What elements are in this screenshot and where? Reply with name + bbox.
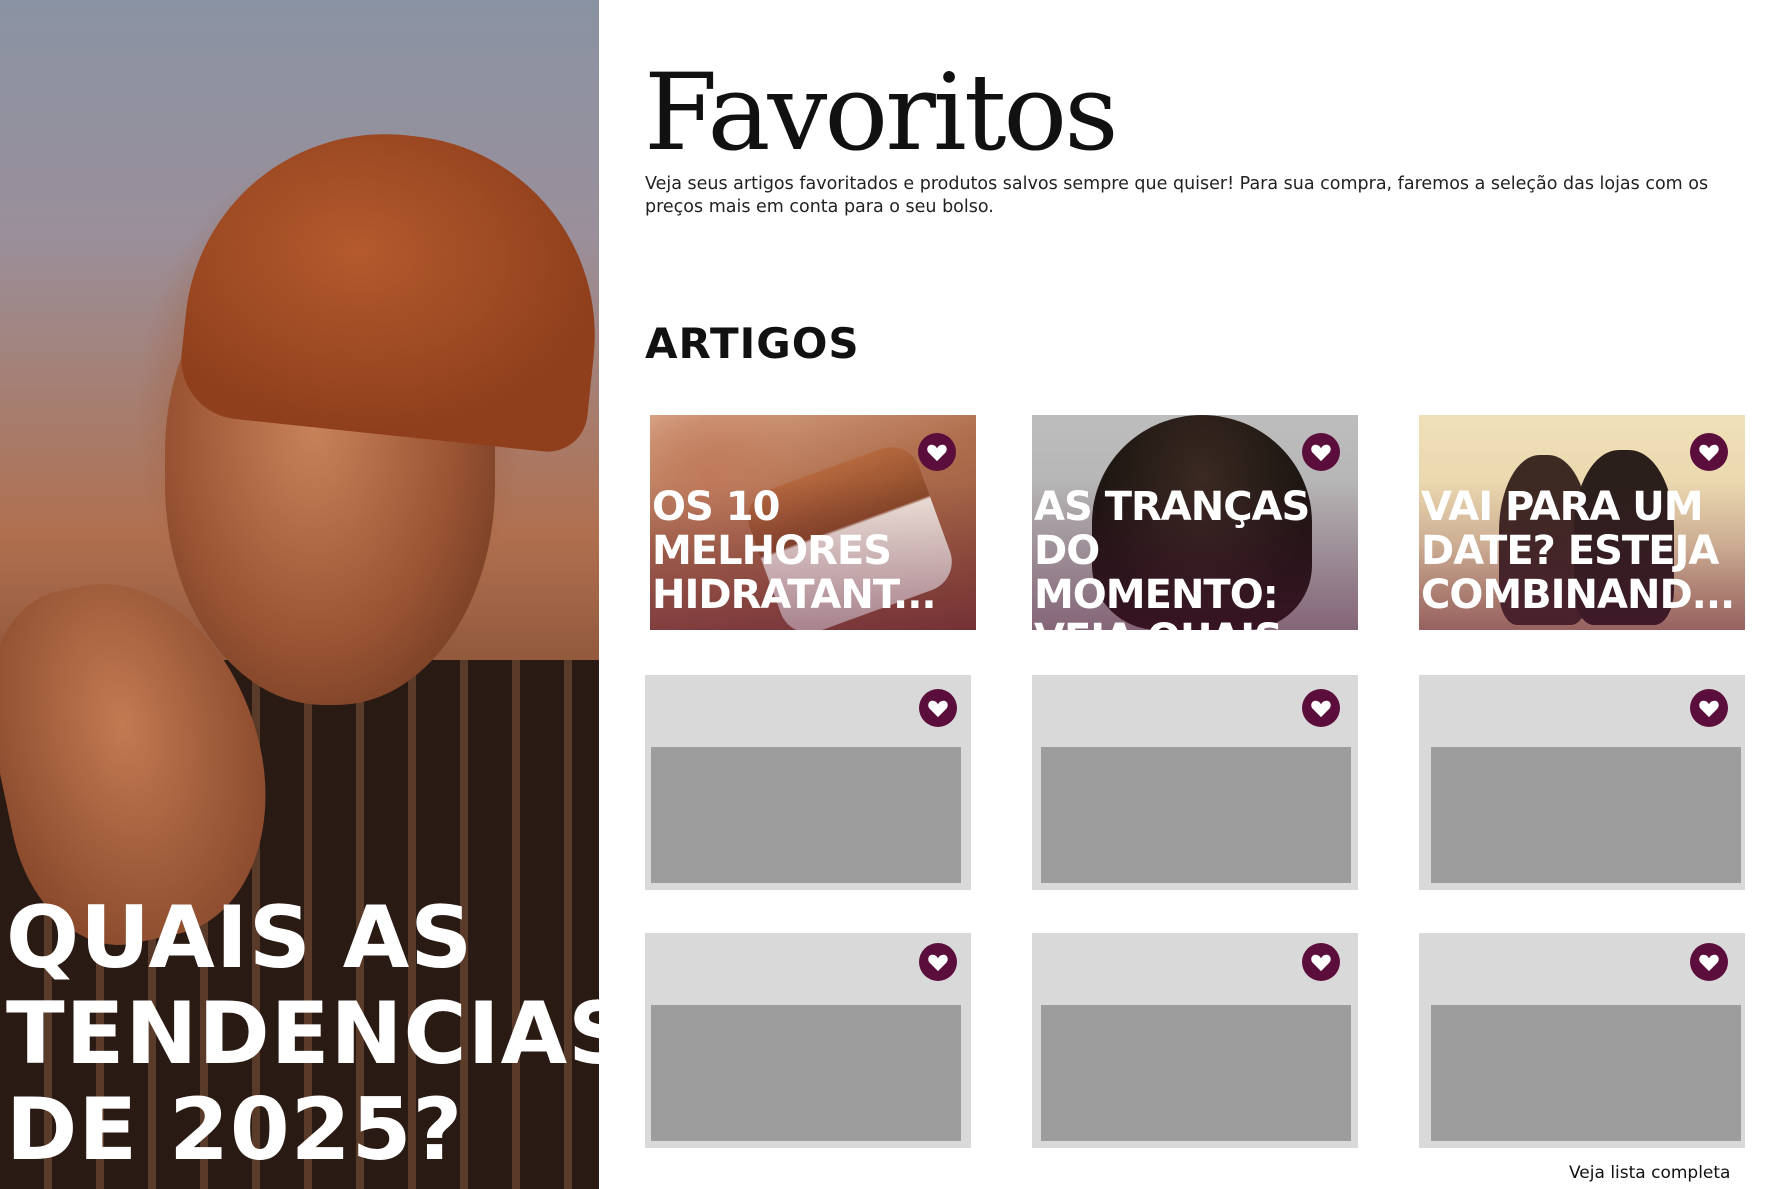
article-card[interactable]: AS TRANÇAS DO MOMENTO: VEJA QUAIS ...: [1032, 415, 1358, 630]
image-placeholder: [651, 747, 961, 883]
favorite-button[interactable]: [1302, 433, 1340, 471]
section-title-artigos: ARTIGOS: [645, 319, 860, 368]
hero-title: QUAIS AS TENDENCIAS DE 2025?: [6, 888, 599, 1180]
favorite-button[interactable]: [919, 689, 957, 727]
view-full-list-link[interactable]: Veja lista completa: [1569, 1162, 1730, 1184]
article-title: OS 10 MELHORES HIDRATANT...: [652, 484, 937, 618]
image-placeholder: [1431, 1005, 1741, 1141]
hero-banner[interactable]: QUAIS AS TENDENCIAS DE 2025?: [0, 0, 599, 1189]
favorite-button[interactable]: [1690, 943, 1728, 981]
page-subtitle: Veja seus artigos favoritados e produtos…: [645, 174, 1709, 217]
heart-icon: [1699, 954, 1719, 972]
favorite-button[interactable]: [1690, 689, 1728, 727]
article-title: AS TRANÇAS DO MOMENTO: VEJA QUAIS ...: [1034, 484, 1338, 630]
article-card-placeholder[interactable]: [1032, 933, 1358, 1148]
favorite-button[interactable]: [918, 433, 956, 471]
image-placeholder: [1041, 1005, 1351, 1141]
heart-icon: [1699, 700, 1719, 718]
article-card-placeholder[interactable]: [645, 675, 971, 890]
heart-icon: [1311, 444, 1331, 462]
heart-icon: [928, 700, 948, 718]
article-card-placeholder[interactable]: [1419, 933, 1745, 1148]
heart-icon: [927, 444, 947, 462]
favorite-button[interactable]: [1302, 689, 1340, 727]
heart-icon: [1311, 954, 1331, 972]
favorite-button[interactable]: [919, 943, 957, 981]
heart-icon: [1311, 700, 1331, 718]
image-placeholder: [1431, 747, 1741, 883]
page-title: Favoritos: [644, 51, 1119, 174]
favorite-button[interactable]: [1690, 433, 1728, 471]
article-card-placeholder[interactable]: [645, 933, 971, 1148]
article-card[interactable]: OS 10 MELHORES HIDRATANT...: [650, 415, 976, 630]
article-card-placeholder[interactable]: [1419, 675, 1745, 890]
favorite-button[interactable]: [1302, 943, 1340, 981]
article-card[interactable]: VAI PARA UM DATE? ESTEJA COMBINAND...: [1419, 415, 1745, 630]
heart-icon: [928, 954, 948, 972]
image-placeholder: [651, 1005, 961, 1141]
article-title: VAI PARA UM DATE? ESTEJA COMBINAND...: [1421, 484, 1735, 618]
image-placeholder: [1041, 747, 1351, 883]
article-card-placeholder[interactable]: [1032, 675, 1358, 890]
heart-icon: [1699, 444, 1719, 462]
